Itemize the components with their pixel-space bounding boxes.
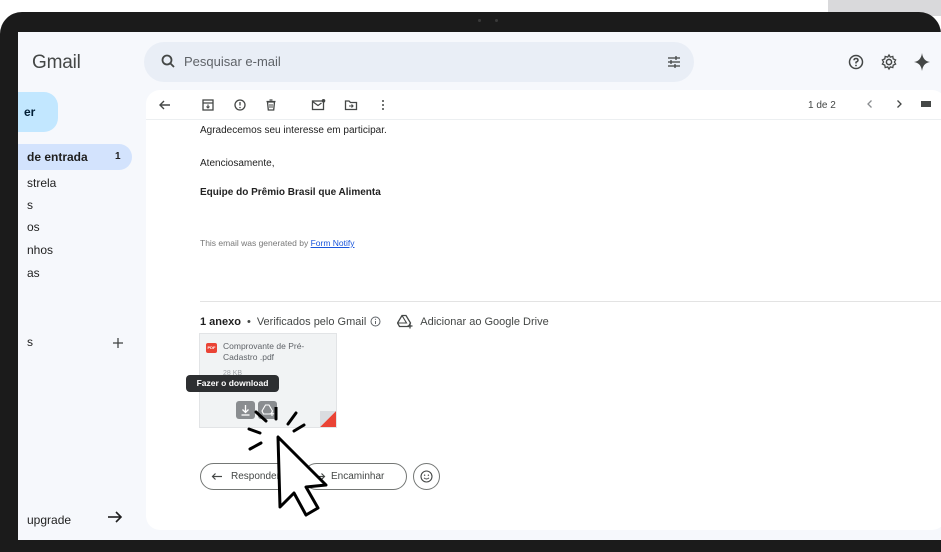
filter-icon[interactable] bbox=[666, 54, 682, 70]
help-icon[interactable] bbox=[848, 54, 864, 70]
verified-label: Verificados pelo Gmail bbox=[256, 315, 367, 328]
more-vert-icon[interactable] bbox=[376, 98, 390, 112]
attachments-divider bbox=[200, 301, 941, 302]
gmail-screen: Gmail Pesquisar e-mail er de entrada 1 s… bbox=[18, 32, 941, 540]
inbox-count-badge: 1 bbox=[115, 151, 121, 162]
reply-icon bbox=[211, 473, 222, 480]
chevron-left-icon[interactable] bbox=[864, 98, 876, 110]
attachment-count: 1 anexo bbox=[200, 315, 241, 328]
separator-dot: • bbox=[246, 315, 251, 328]
info-icon[interactable] bbox=[370, 316, 381, 327]
form-notify-link[interactable]: Form Notify bbox=[311, 238, 355, 248]
sidebar-item-label: as bbox=[27, 266, 40, 280]
report-spam-icon[interactable] bbox=[233, 98, 247, 112]
message-body-line: Atenciosamente, bbox=[200, 158, 275, 169]
plus-icon[interactable] bbox=[112, 337, 124, 349]
download-tooltip: Fazer o download bbox=[186, 375, 279, 392]
mark-unread-icon[interactable] bbox=[311, 98, 326, 112]
search-input[interactable]: Pesquisar e-mail bbox=[184, 54, 281, 69]
message-signature: Equipe do Prêmio Brasil que Alimenta bbox=[200, 187, 381, 198]
message-body-line: Agradecemos seu interesse em participar. bbox=[200, 125, 387, 136]
add-to-drive-button[interactable]: Adicionar ao Google Drive bbox=[420, 316, 548, 328]
add-to-drive-icon[interactable] bbox=[397, 314, 413, 329]
attachments-header: 1 anexo • Verificados pelo Gmail Adicion… bbox=[200, 314, 549, 329]
search-bar[interactable]: Pesquisar e-mail bbox=[144, 42, 694, 82]
generated-notice: This email was generated by Form Notify bbox=[200, 238, 354, 248]
sidebar-item-label: nhos bbox=[27, 243, 54, 257]
camera-icon bbox=[478, 19, 498, 22]
sidebar-item-label: os bbox=[27, 220, 40, 234]
sidebar-item-label: de entrada bbox=[27, 150, 88, 164]
emoji-reaction-button[interactable] bbox=[413, 463, 440, 490]
gear-icon[interactable] bbox=[880, 53, 898, 71]
arrow-right-icon[interactable] bbox=[106, 509, 124, 525]
keyboard-icon[interactable] bbox=[920, 98, 932, 110]
sparkle-icon[interactable] bbox=[913, 52, 931, 72]
click-cursor-icon bbox=[247, 407, 328, 517]
upgrade-link[interactable]: upgrade bbox=[27, 513, 71, 527]
sidebar-item-inbox[interactable]: de entrada 1 bbox=[18, 144, 132, 170]
sidebar-item-label: s bbox=[27, 198, 33, 212]
compose-button[interactable]: er bbox=[18, 92, 58, 132]
message-toolbar: 1 de 2 bbox=[146, 90, 941, 120]
attachment-filename: Comprovante de Pré-Cadastro .pdf bbox=[223, 341, 305, 362]
search-icon[interactable] bbox=[160, 53, 178, 71]
chevron-right-icon[interactable] bbox=[893, 98, 905, 110]
labels-heading: s bbox=[27, 335, 33, 349]
gmail-logo[interactable]: Gmail bbox=[32, 52, 81, 74]
pdf-file-icon: PDF bbox=[206, 343, 217, 353]
archive-icon[interactable] bbox=[201, 98, 215, 112]
generated-text: This email was generated by bbox=[200, 238, 311, 248]
delete-icon[interactable] bbox=[264, 98, 278, 112]
compose-label: er bbox=[24, 105, 36, 119]
page-count: 1 de 2 bbox=[808, 100, 836, 111]
back-arrow-icon[interactable] bbox=[158, 98, 172, 112]
sidebar-item-label: strela bbox=[27, 176, 57, 190]
move-to-icon[interactable] bbox=[344, 98, 358, 112]
emoji-icon bbox=[420, 470, 433, 483]
